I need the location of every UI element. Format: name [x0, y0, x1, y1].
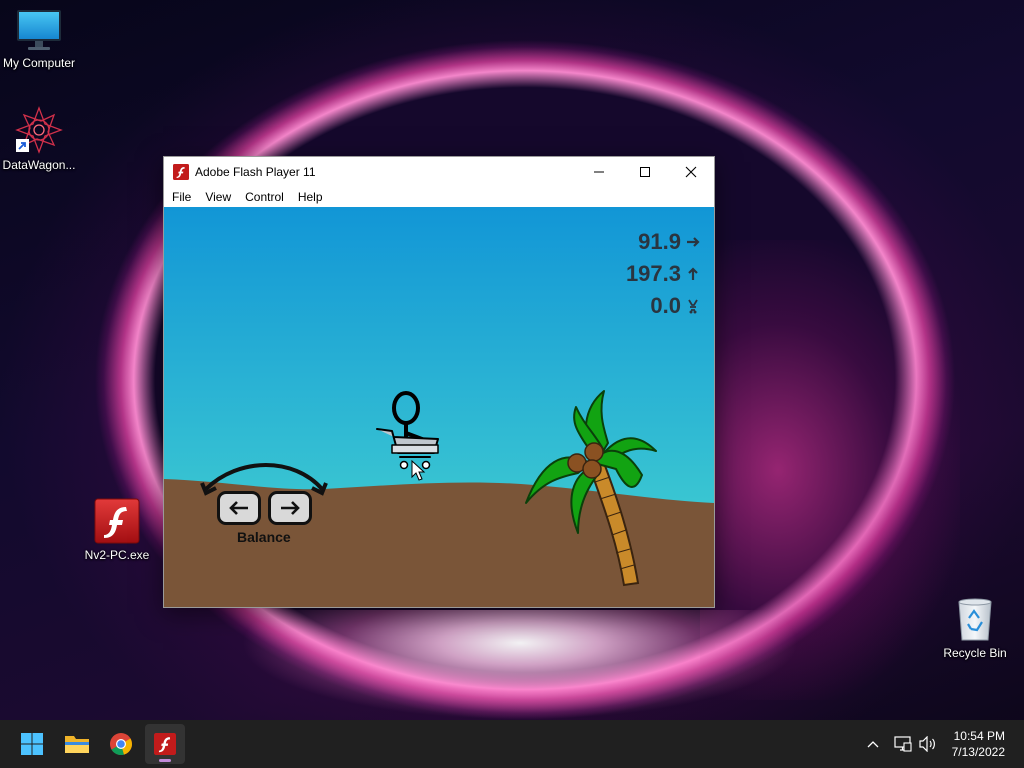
start-icon	[21, 733, 43, 755]
recycle-bin-icon	[958, 598, 992, 641]
hud-speed-x: 91.9	[638, 229, 700, 255]
taskbar-chrome[interactable]	[101, 724, 141, 764]
cart-stat-icon	[688, 299, 698, 314]
active-app-indicator	[159, 759, 171, 762]
menu-file[interactable]: File	[164, 190, 198, 204]
flash-player-window[interactable]: Adobe Flash Player 11 File View Control …	[163, 156, 715, 608]
hud-speed-y: 197.3	[626, 261, 700, 287]
arrow-left-icon	[229, 501, 248, 515]
network-icon	[894, 736, 912, 752]
wallpaper-glow	[700, 240, 960, 700]
taskbar-file-explorer[interactable]	[57, 724, 97, 764]
minimize-icon	[594, 171, 604, 173]
desktop-icon-label: Nv2-PC.exe	[84, 548, 150, 562]
clock[interactable]: 10:54 PM 7/13/2022	[952, 728, 1005, 760]
network-button[interactable]	[894, 720, 912, 768]
chrome-icon	[110, 733, 133, 756]
window-title: Adobe Flash Player 11	[195, 165, 316, 179]
hud-speed-x-value: 91.9	[638, 229, 681, 254]
minimize-button[interactable]	[576, 157, 622, 187]
chevron-up-icon	[867, 741, 879, 748]
file-explorer-icon	[65, 736, 89, 753]
balance-right-button[interactable]	[268, 491, 312, 525]
taskbar-flash-player[interactable]	[145, 724, 185, 764]
hud-speed-y-value: 197.3	[625, 261, 681, 286]
arrow-up-icon	[688, 267, 698, 280]
desktop-icon-datawagon[interactable]: DataWagon...	[0, 106, 81, 172]
taskbar: 10:54 PM 7/13/2022	[0, 720, 1024, 768]
menu-help[interactable]: Help	[291, 190, 330, 204]
coconut	[584, 442, 604, 462]
flash-player-icon	[154, 733, 176, 755]
flash-app-icon	[173, 164, 189, 180]
balance-left-button[interactable]	[217, 491, 261, 525]
game-stage[interactable]: 91.9 197.3 0.0 Balance	[164, 207, 714, 607]
menu-control[interactable]: Control	[238, 190, 291, 204]
maximize-icon	[640, 167, 650, 177]
flash-exe-icon	[94, 498, 140, 544]
title-bar[interactable]: Adobe Flash Player 11	[164, 157, 714, 187]
arrow-right-icon	[281, 501, 300, 515]
desktop-icon-label: DataWagon...	[2, 158, 76, 172]
menu-view[interactable]: View	[198, 190, 238, 204]
desktop-icon-nv2-pc[interactable]: Nv2-PC.exe	[75, 498, 159, 562]
desktop-icon-label: My Computer	[2, 56, 76, 70]
start-button[interactable]	[12, 724, 52, 764]
wallpaper-glow-bottom	[240, 610, 800, 720]
datawagon-shortcut-icon	[15, 106, 63, 154]
close-button[interactable]	[668, 157, 714, 187]
volume-icon	[919, 736, 935, 752]
desktop-icon-label: Recycle Bin	[943, 646, 1007, 660]
clock-date: 7/13/2022	[951, 745, 1005, 759]
desktop-icon-recycle-bin[interactable]: Recycle Bin	[933, 596, 1017, 660]
coconut	[582, 459, 602, 479]
desktop-icon-my-computer[interactable]: My Computer	[0, 8, 81, 70]
volume-button[interactable]	[919, 720, 937, 768]
hud-third-stat-value: 0.0	[650, 293, 681, 318]
arrow-right-icon	[687, 237, 700, 247]
maximize-button[interactable]	[622, 157, 668, 187]
close-icon	[685, 166, 697, 178]
menu-bar: File View Control Help	[164, 187, 714, 207]
balance-label: Balance	[237, 529, 291, 545]
monitor-icon	[17, 10, 61, 50]
show-hidden-icons-button[interactable]	[866, 720, 880, 768]
hud-third-stat: 0.0	[650, 293, 700, 319]
clock-time: 10:54 PM	[953, 729, 1005, 743]
